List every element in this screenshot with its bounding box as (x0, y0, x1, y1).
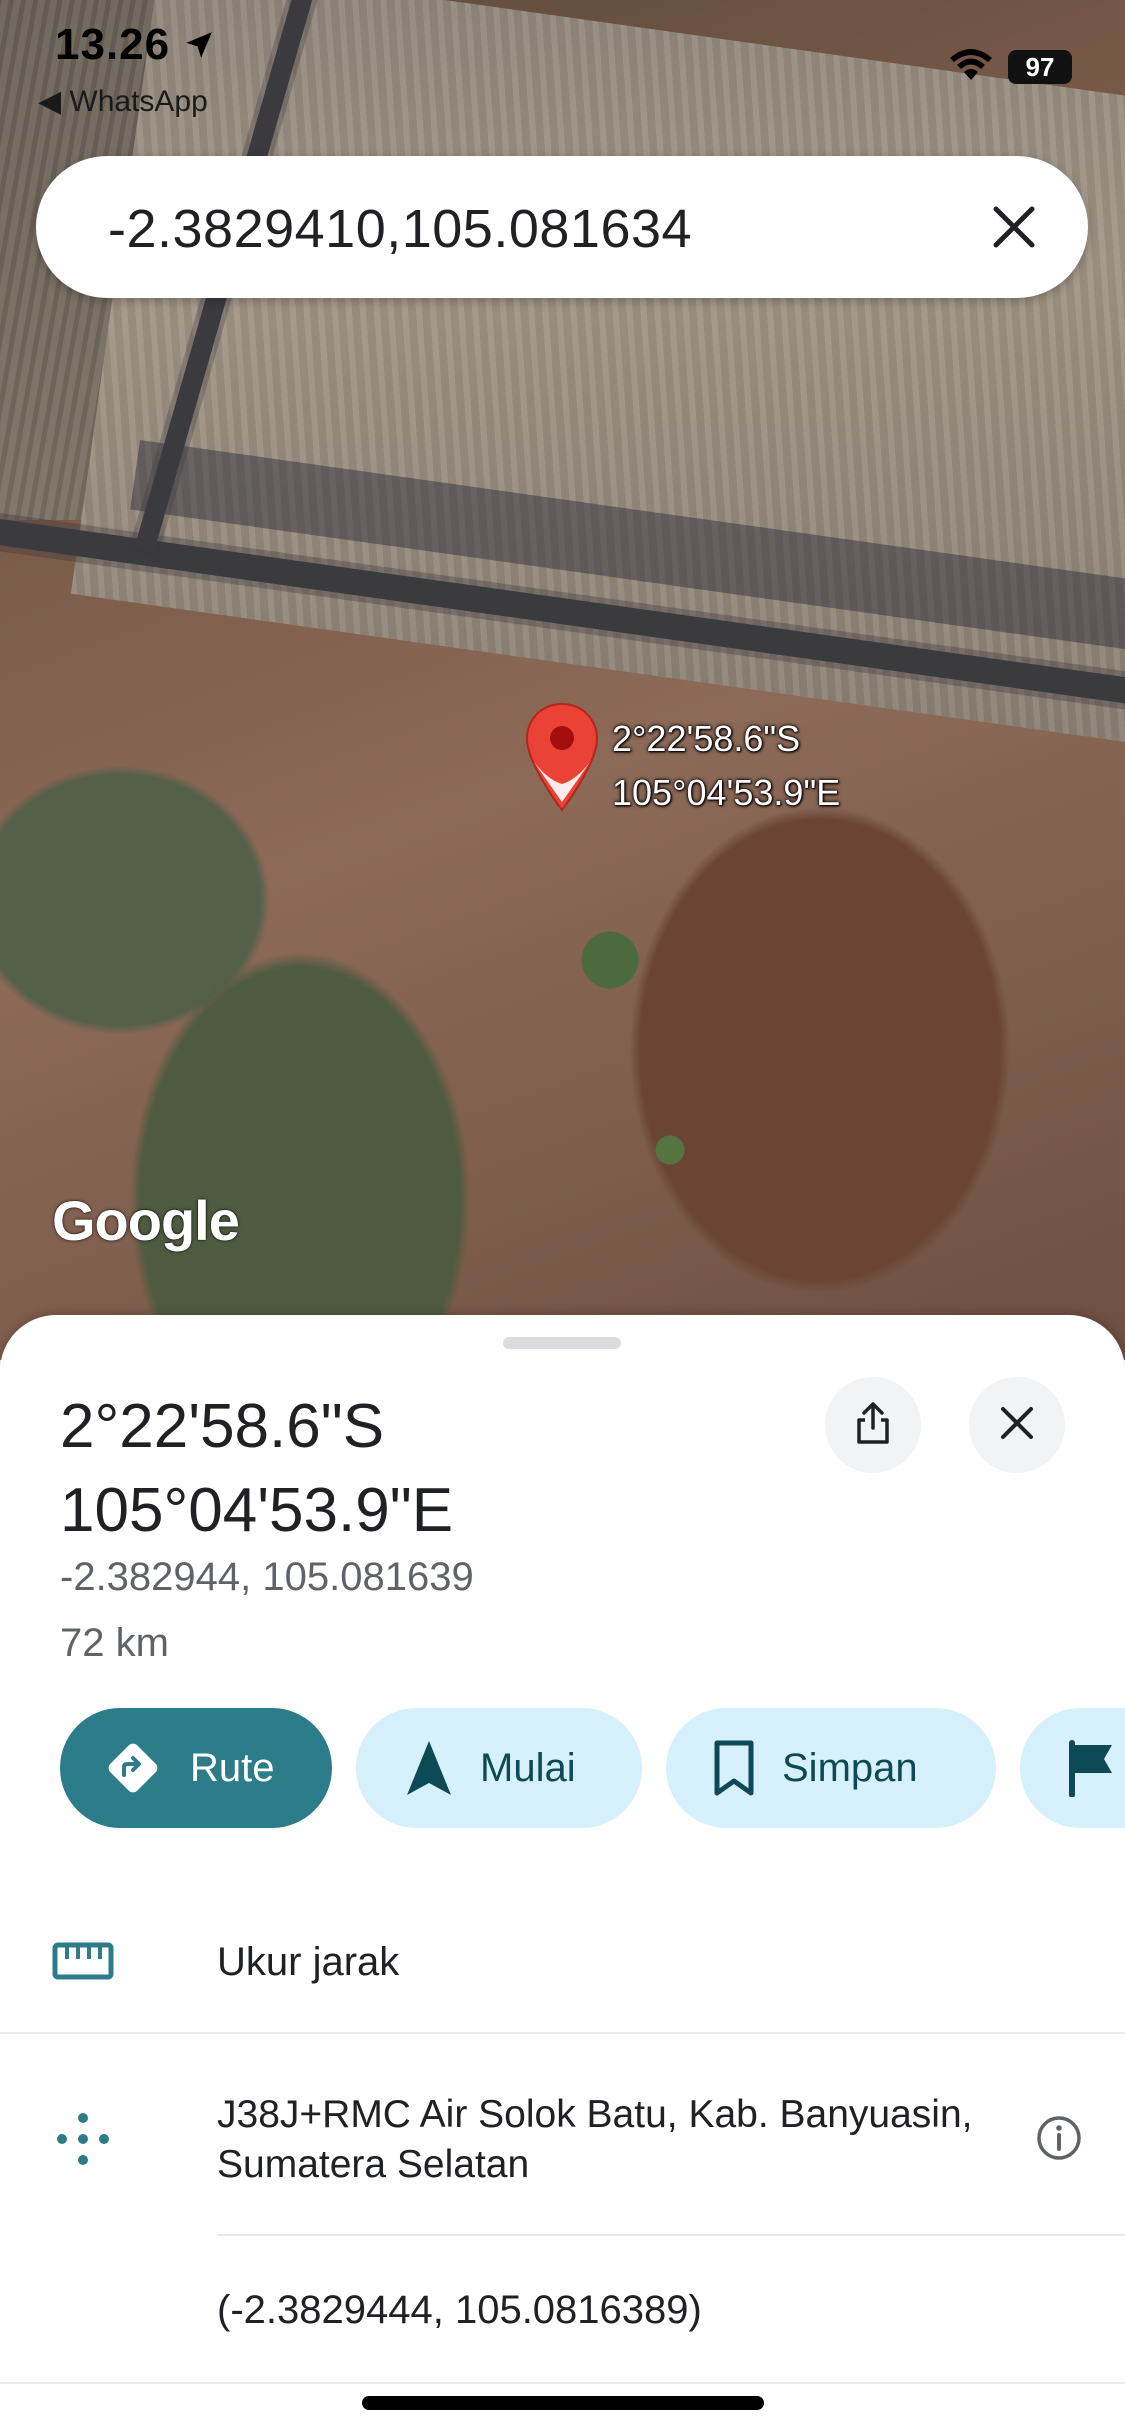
wifi-icon (948, 48, 994, 87)
measure-distance-row[interactable]: Ukur jarak (0, 1892, 1125, 2032)
save-label: Simpan (782, 1745, 918, 1790)
title-lat: 2°22'58.6"S (60, 1392, 385, 1461)
info-icon[interactable] (1035, 2114, 1083, 2167)
pin-coordinates-label: 2°22'58.6"S 105°04'53.9"E (612, 712, 840, 820)
start-button[interactable]: Mulai (356, 1708, 642, 1828)
title-lng: 105°04'53.9"E (60, 1476, 454, 1545)
battery-indicator: 97 (1008, 50, 1072, 84)
plus-code-row[interactable]: J38J+RMC Air Solok Batu, Kab. Banyuasin,… (0, 2034, 1125, 2234)
ruler-icon (52, 1942, 114, 1985)
plus-code-address: J38J+RMC Air Solok Batu, Kab. Banyuasin,… (217, 2093, 973, 2186)
search-query[interactable]: -2.3829410,105.081634 (108, 198, 692, 260)
home-indicator[interactable] (362, 2396, 764, 2410)
back-to-app-link[interactable]: ◀ WhatsApp (38, 84, 208, 119)
divider (217, 2234, 1125, 2236)
place-title: 2°22'58.6"S 105°04'53.9"E (60, 1385, 453, 1553)
divider (0, 2382, 1125, 2384)
close-icon (997, 1403, 1037, 1448)
location-arrow-icon (182, 28, 216, 67)
place-sheet: 2°22'58.6"S 105°04'53.9"E -2.382944, 105… (0, 1315, 1125, 2436)
route-label: Rute (190, 1745, 275, 1790)
measure-distance-label: Ukur jarak (217, 1940, 400, 1984)
distance-text: 72 km (60, 1621, 169, 1665)
route-button[interactable]: Rute (60, 1708, 332, 1828)
status-bar: 13.26 ◀ WhatsApp 97 (0, 0, 1125, 130)
save-button[interactable]: Simpan (666, 1708, 996, 1828)
status-time: 13.26 (55, 20, 171, 69)
share-icon (852, 1400, 894, 1451)
pin-label-lng: 105°04'53.9"E (612, 772, 841, 813)
google-logo: Google (52, 1189, 240, 1252)
start-label: Mulai (480, 1745, 576, 1790)
close-sheet-button[interactable] (969, 1377, 1065, 1473)
decimal-coordinates: -2.382944, 105.081639 (60, 1555, 474, 1599)
directions-icon (102, 1737, 164, 1799)
search-bar[interactable]: -2.3829410,105.081634 (36, 156, 1088, 298)
action-chips: Rute Mulai Simpan (60, 1708, 1125, 1828)
navigation-icon (404, 1739, 454, 1797)
label-button[interactable] (1020, 1708, 1125, 1828)
plus-code-icon (52, 2108, 114, 2175)
flag-icon (1066, 1739, 1116, 1797)
bookmark-icon (712, 1739, 756, 1797)
clear-search-icon[interactable] (988, 201, 1040, 253)
pin-label-lat: 2°22'58.6"S (612, 718, 801, 759)
precise-coordinates[interactable]: (-2.3829444, 105.0816389) (217, 2288, 702, 2333)
sheet-drag-handle[interactable] (503, 1337, 621, 1349)
share-button[interactable] (825, 1377, 921, 1473)
location-pin-icon[interactable] (524, 702, 600, 819)
